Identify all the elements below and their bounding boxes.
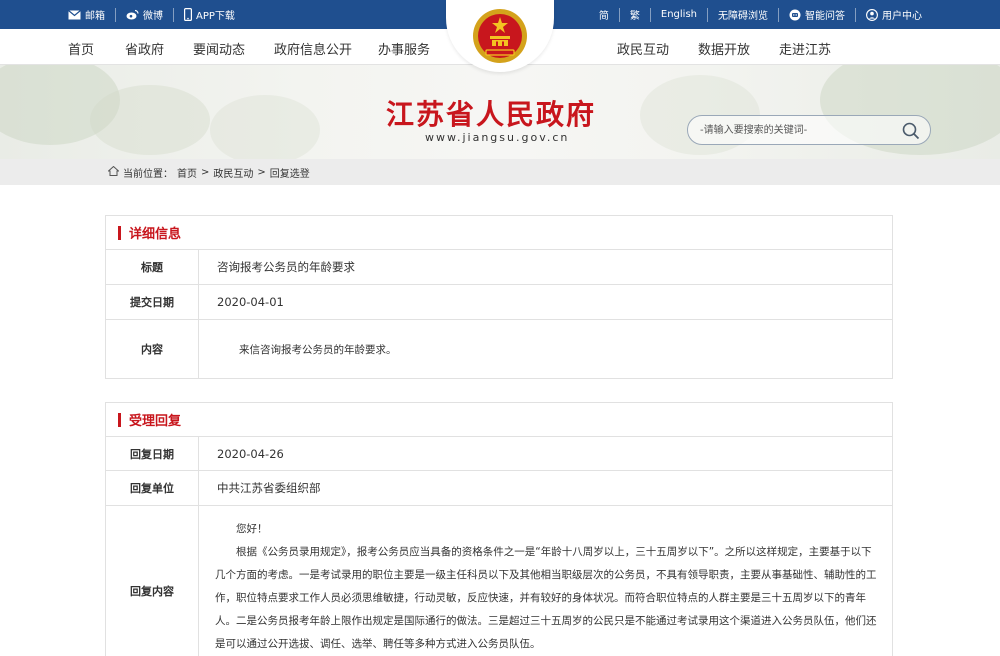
search-input[interactable]: [700, 122, 900, 138]
reply-date-row: 回复日期 2020-04-26: [106, 437, 892, 471]
reply-unit-value: 中共江苏省委组织部: [217, 481, 321, 495]
national-emblem-icon: [473, 9, 527, 63]
detail-content-value: 来信咨询报考公务员的年龄要求。: [239, 343, 397, 356]
user-center-link[interactable]: 用户中心: [856, 8, 932, 22]
breadcrumb-interaction[interactable]: 政民互动: [213, 165, 253, 180]
detail-panel: 详细信息 标题 咨询报考公务员的年龄要求 提交日期 2020-04-01 内容 …: [105, 215, 893, 379]
reply-date-value: 2020-04-26: [217, 446, 284, 461]
banner-decoration: [210, 95, 320, 159]
detail-date-row: 提交日期 2020-04-01: [106, 285, 892, 320]
site-url: www.jiangsu.gov.cn: [425, 131, 570, 144]
search-icon[interactable]: [902, 122, 920, 140]
app-download-link[interactable]: APP下载: [174, 8, 245, 22]
accessible-label: 无障碍浏览: [718, 11, 768, 22]
nav-interaction[interactable]: 政民互动: [617, 39, 669, 58]
mail-icon: [68, 9, 81, 20]
reply-paragraph: 根据《公务员录用规定》，报考公务员应当具备的资格条件之一是“年龄十八周岁以上，三…: [215, 546, 877, 650]
accessible-link[interactable]: 无障碍浏览: [708, 7, 779, 22]
english-link[interactable]: English: [651, 7, 708, 22]
user-icon: [866, 8, 878, 21]
phone-icon: [184, 8, 192, 21]
detail-date-value: 2020-04-01: [217, 295, 284, 309]
simplified-label: 简: [598, 11, 609, 22]
breadcrumb-home[interactable]: 首页: [177, 165, 197, 180]
weibo-label: 微博: [143, 11, 163, 22]
top-bar-right: 简 繁 English 无障碍浏览 智能问答 用户中心: [599, 0, 932, 29]
traditional-link[interactable]: 繁: [620, 7, 651, 22]
reply-unit-row: 回复单位 中共江苏省委组织部: [106, 471, 892, 506]
detail-date-label: 提交日期: [106, 285, 199, 319]
reply-heading: 受理回复: [129, 414, 182, 429]
top-bar-left: 邮箱 微博 APP下载: [68, 0, 245, 29]
home-icon: [107, 165, 120, 179]
reply-greeting: 您好！: [236, 523, 268, 535]
site-title: 江苏省人民政府: [386, 98, 597, 131]
reply-date-label: 回复日期: [106, 437, 199, 470]
email-label: 邮箱: [85, 11, 105, 22]
reply-panel: 受理回复 回复日期 2020-04-26 回复单位 中共江苏省委组织部 回复内容…: [105, 402, 893, 656]
qa-link[interactable]: 智能问答: [779, 7, 856, 22]
detail-title-label: 标题: [106, 250, 199, 284]
robot-icon: [789, 9, 801, 21]
banner-decoration: [90, 85, 210, 155]
breadcrumb-separator: >: [201, 167, 210, 178]
qa-label: 智能问答: [805, 11, 845, 22]
english-label: English: [660, 9, 697, 20]
heading-accent-bar: [118, 412, 121, 427]
reply-content-body: 您好！ 根据《公务员录用规定》，报考公务员应当具备的资格条件之一是“年龄十八周岁…: [199, 506, 892, 656]
nav-home[interactable]: 首页: [68, 39, 94, 58]
nav-jiangsu[interactable]: 走进江苏: [779, 39, 831, 58]
breadcrumb: 当前位置： 首页 > 政民互动 > 回复选登: [0, 159, 1000, 185]
breadcrumb-label: 当前位置：: [123, 169, 173, 180]
app-download-label: APP下载: [196, 11, 235, 22]
nav-news[interactable]: 要闻动态: [193, 39, 245, 58]
detail-title-row: 标题 咨询报考公务员的年龄要求: [106, 250, 892, 285]
detail-panel-header: 详细信息: [106, 216, 892, 250]
weibo-icon: [126, 9, 139, 20]
weibo-link[interactable]: 微博: [116, 7, 174, 22]
user-center-label: 用户中心: [882, 11, 922, 22]
detail-heading: 详细信息: [129, 227, 182, 242]
detail-title-value: 咨询报考公务员的年龄要求: [217, 260, 355, 274]
reply-content-label: 回复内容: [106, 506, 199, 656]
heading-accent-bar: [118, 225, 121, 240]
traditional-label: 繁: [629, 11, 640, 22]
reply-panel-header: 受理回复: [106, 403, 892, 437]
breadcrumb-separator: >: [257, 167, 266, 178]
nav-open-data[interactable]: 数据开放: [698, 39, 750, 58]
email-link[interactable]: 邮箱: [68, 7, 116, 22]
detail-content-label: 内容: [106, 320, 199, 378]
reply-unit-label: 回复单位: [106, 471, 199, 505]
nav-province-gov[interactable]: 省政府: [125, 39, 164, 58]
simplified-link[interactable]: 简: [598, 7, 620, 22]
nav-services[interactable]: 办事服务: [378, 39, 430, 58]
reply-content-row: 回复内容 您好！ 根据《公务员录用规定》，报考公务员应当具备的资格条件之一是“年…: [106, 506, 892, 656]
nav-info-public[interactable]: 政府信息公开: [274, 39, 352, 58]
detail-content-row: 内容 来信咨询报考公务员的年龄要求。: [106, 320, 892, 378]
search-box: [687, 115, 931, 145]
breadcrumb-current: 回复选登: [269, 169, 310, 180]
